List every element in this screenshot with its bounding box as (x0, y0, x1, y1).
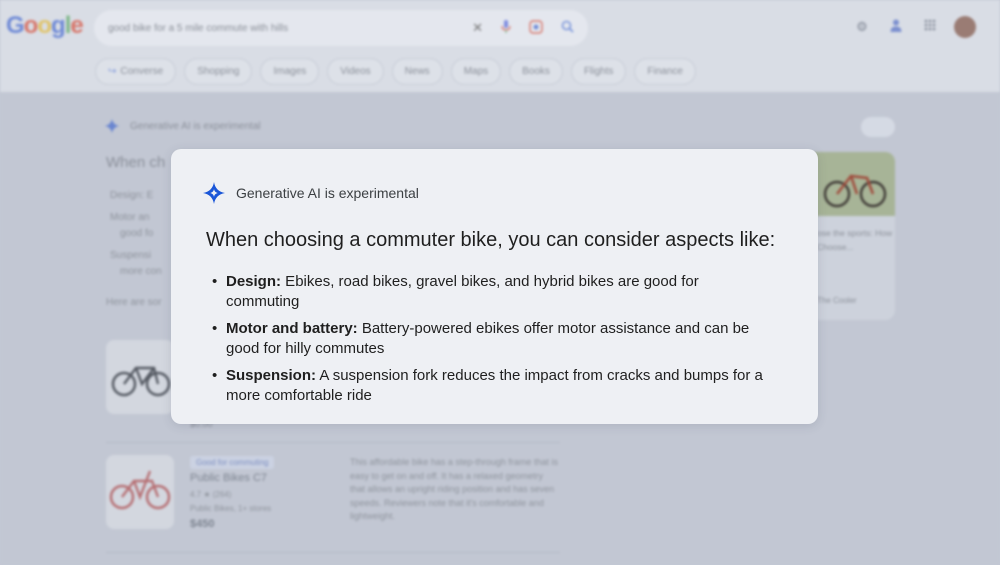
clear-icon[interactable]: ✕ (472, 20, 483, 36)
microphone-icon[interactable] (501, 19, 511, 37)
background-ai-label-text: Generative AI is experimental (130, 120, 261, 132)
product-title[interactable]: Public Bikes C7 (190, 472, 267, 484)
product-thumbnail[interactable] (106, 455, 174, 529)
aspects-list: Design: Ebikes, road bikes, gravel bikes… (212, 272, 772, 413)
search-icon[interactable] (561, 20, 574, 36)
sparkle-icon (202, 181, 226, 205)
search-header: Google good bike for a 5 mile commute wi… (0, 0, 1000, 92)
converse-icon: ↪ (108, 66, 117, 77)
divider (106, 552, 560, 553)
lens-icon[interactable] (529, 19, 543, 37)
account-icon[interactable] (888, 19, 904, 35)
tab-news[interactable]: News (391, 58, 443, 85)
tab-label: Converse (120, 66, 164, 77)
tab-maps[interactable]: Maps (450, 58, 502, 85)
tab-images[interactable]: Images (260, 58, 320, 85)
ai-label-text: Generative AI is experimental (236, 185, 419, 201)
bike-image (109, 470, 171, 510)
ai-label: Generative AI is experimental (202, 181, 419, 205)
list-item: more con (120, 266, 162, 277)
logo-letter: o (37, 12, 52, 39)
background-intro-text: Here are sor (106, 297, 162, 308)
list-item: Design: Ebikes, road bikes, gravel bikes… (212, 272, 772, 312)
logo-letter: o (23, 12, 39, 39)
status-badge: Good for commuting (190, 456, 275, 469)
google-logo[interactable]: Google (6, 12, 84, 40)
apps-grid-icon[interactable] (922, 19, 938, 35)
list-item: Suspension: A suspension fork reduces th… (212, 366, 772, 406)
bullet-text: Ebikes, road bikes, gravel bikes, and hy… (226, 273, 699, 310)
bullet-term: Suspension: (226, 367, 317, 384)
logo-letter: e (70, 12, 83, 39)
page-title: When choosing a commuter bike, you can c… (206, 229, 776, 251)
background-ai-bullets: Design: E Motor an good fo Suspensi more… (110, 188, 162, 280)
ai-overview-modal: Generative AI is experimental When choos… (171, 149, 818, 424)
logo-letter: G (6, 12, 25, 39)
product-rating: 4.7 ★ (264) (190, 490, 232, 499)
bike-image (111, 366, 171, 397)
list-item: Suspensi (110, 250, 152, 261)
list-item: Motor an (110, 212, 150, 223)
tab-shopping[interactable]: Shopping (184, 58, 253, 85)
tab-flights[interactable]: Flights (570, 58, 627, 85)
product-stores: Public Bikes, 1+ stores (190, 504, 272, 513)
background-ai-label: Generative AI is experimental (104, 118, 261, 134)
card-source: The Cooler (817, 296, 857, 305)
background-ai-heading: When ch (106, 154, 166, 171)
sparkle-icon (104, 118, 120, 134)
tab-books[interactable]: Books (509, 58, 563, 85)
bullet-term: Design: (226, 273, 282, 290)
list-item: good fo (120, 228, 154, 239)
bullet-term: Motor and battery: (226, 320, 358, 337)
header-actions: ⚙ (836, 16, 976, 38)
search-bar[interactable]: good bike for a 5 mile commute with hill… (94, 10, 588, 46)
product-thumbnail[interactable] (106, 340, 174, 414)
product-description: This affordable bike has a step-through … (350, 457, 558, 521)
list-item: Design: E (110, 190, 154, 201)
search-input[interactable]: good bike for a 5 mile commute with hill… (108, 23, 454, 34)
labs-icon[interactable]: ⚙ (854, 19, 870, 35)
list-item: Motor and battery: Battery-powered ebike… (212, 319, 772, 359)
search-tabs: ↪ Converse Shopping Images Videos News Ma… (95, 58, 704, 85)
card-text: ose the sports: How Choose... (817, 228, 893, 252)
product-price: $450 (190, 518, 215, 530)
tab-finance[interactable]: Finance (634, 58, 696, 85)
logo-letter: g (51, 12, 66, 39)
divider (106, 442, 560, 443)
tab-converse[interactable]: ↪ Converse (95, 58, 177, 85)
avatar[interactable] (954, 16, 976, 38)
tab-videos[interactable]: Videos (327, 58, 384, 85)
layout-toggle-button[interactable] (861, 117, 895, 137)
